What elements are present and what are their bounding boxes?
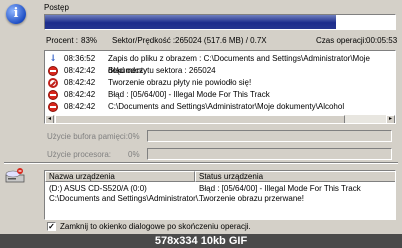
log-time: 08:42:42 (64, 66, 96, 75)
sector-label: Sektor/Prędkość : (112, 36, 176, 45)
log-message: Tworzenie obrazu płyty nie powiodło się! (108, 78, 252, 87)
stop-icon (48, 78, 58, 88)
device-table: Nazwa urządzenia Status urządzenia (D:) … (44, 170, 396, 220)
buffer-meter (147, 130, 392, 142)
log-time: 08:42:42 (64, 102, 96, 111)
cpu-meter (147, 148, 392, 160)
cpu-label: Użycie procesora: (47, 150, 112, 159)
device-name: (D:) ASUS CD-S520/A (0:0) (49, 184, 147, 193)
log-list[interactable]: ↓ 08:36:52 Zapis do pliku z obrazem : C:… (44, 50, 396, 124)
left-strip (0, 0, 40, 248)
log-row: 08:42:42 Tworzenie obrazu płyty nie powi… (45, 77, 395, 89)
time-label: Czas operacji: (316, 36, 367, 45)
log-time: 08:42:42 (64, 78, 96, 87)
log-row: 08:42:42 Błąd : [05/64/00] - Illegal Mod… (45, 89, 395, 101)
error-icon (48, 90, 58, 100)
scroll-left-icon[interactable]: ◂ (45, 115, 54, 123)
separator (4, 162, 398, 164)
info-icon: ↓ (49, 54, 57, 64)
log-message: Błąd odczytu sektora : 265024 (108, 66, 216, 75)
buffer-label: Użycie bufora pamięci: (47, 132, 128, 141)
progress-group-label: Postęp (44, 3, 69, 12)
log-time: 08:42:42 (64, 90, 96, 99)
time-value: 00:05:53 (366, 36, 398, 45)
log-time: 08:36:52 (64, 54, 96, 63)
error-icon (48, 66, 58, 76)
buffer-value: 0% (128, 132, 140, 141)
close-dialog-label[interactable]: Zamknij to okienko dialogowe po skończen… (60, 222, 251, 231)
cpu-value: 0% (128, 150, 140, 159)
percent-label: Procent : (46, 36, 79, 45)
error-icon (48, 102, 58, 112)
column-header-status[interactable]: Status urządzenia (195, 171, 395, 182)
horizontal-scrollbar[interactable]: ◂ ▸ (45, 114, 395, 123)
device-name: C:\Documents and Settings\Administrator\… (49, 194, 205, 203)
dialog-window: i Postęp Procent : 83% Sektor/Prędkość :… (0, 0, 402, 248)
progress-fill (45, 15, 336, 29)
device-status: Tworzenie obrazu przerwane! (199, 194, 304, 203)
device-status: Błąd : [05/64/00] - Illegal Mode For Thi… (199, 184, 361, 193)
info-icon: i (6, 4, 26, 24)
column-header-name[interactable]: Nazwa urządzenia (45, 171, 195, 182)
progress-bar (44, 14, 396, 30)
percent-value: 83% (81, 36, 98, 45)
cd-drive-icon (5, 168, 25, 183)
log-row: 08:42:42 C:\Documents and Settings\Admin… (45, 101, 395, 123)
log-row: ↓ 08:36:52 Zapis do pliku z obrazem : C:… (45, 53, 395, 75)
sector-value: 265024 (517.6 MB) / 0.7X (175, 36, 267, 45)
log-row: 08:42:42 Błąd odczytu sektora : 265024 (45, 65, 395, 77)
close-dialog-checkbox[interactable]: ✓ (47, 222, 56, 231)
scroll-thumb[interactable] (55, 115, 345, 123)
image-info-banner: 578x334 10kb GIF (0, 234, 402, 248)
scroll-right-icon[interactable]: ▸ (386, 115, 395, 123)
log-message: Błąd : [05/64/00] - Illegal Mode For Thi… (108, 90, 270, 99)
